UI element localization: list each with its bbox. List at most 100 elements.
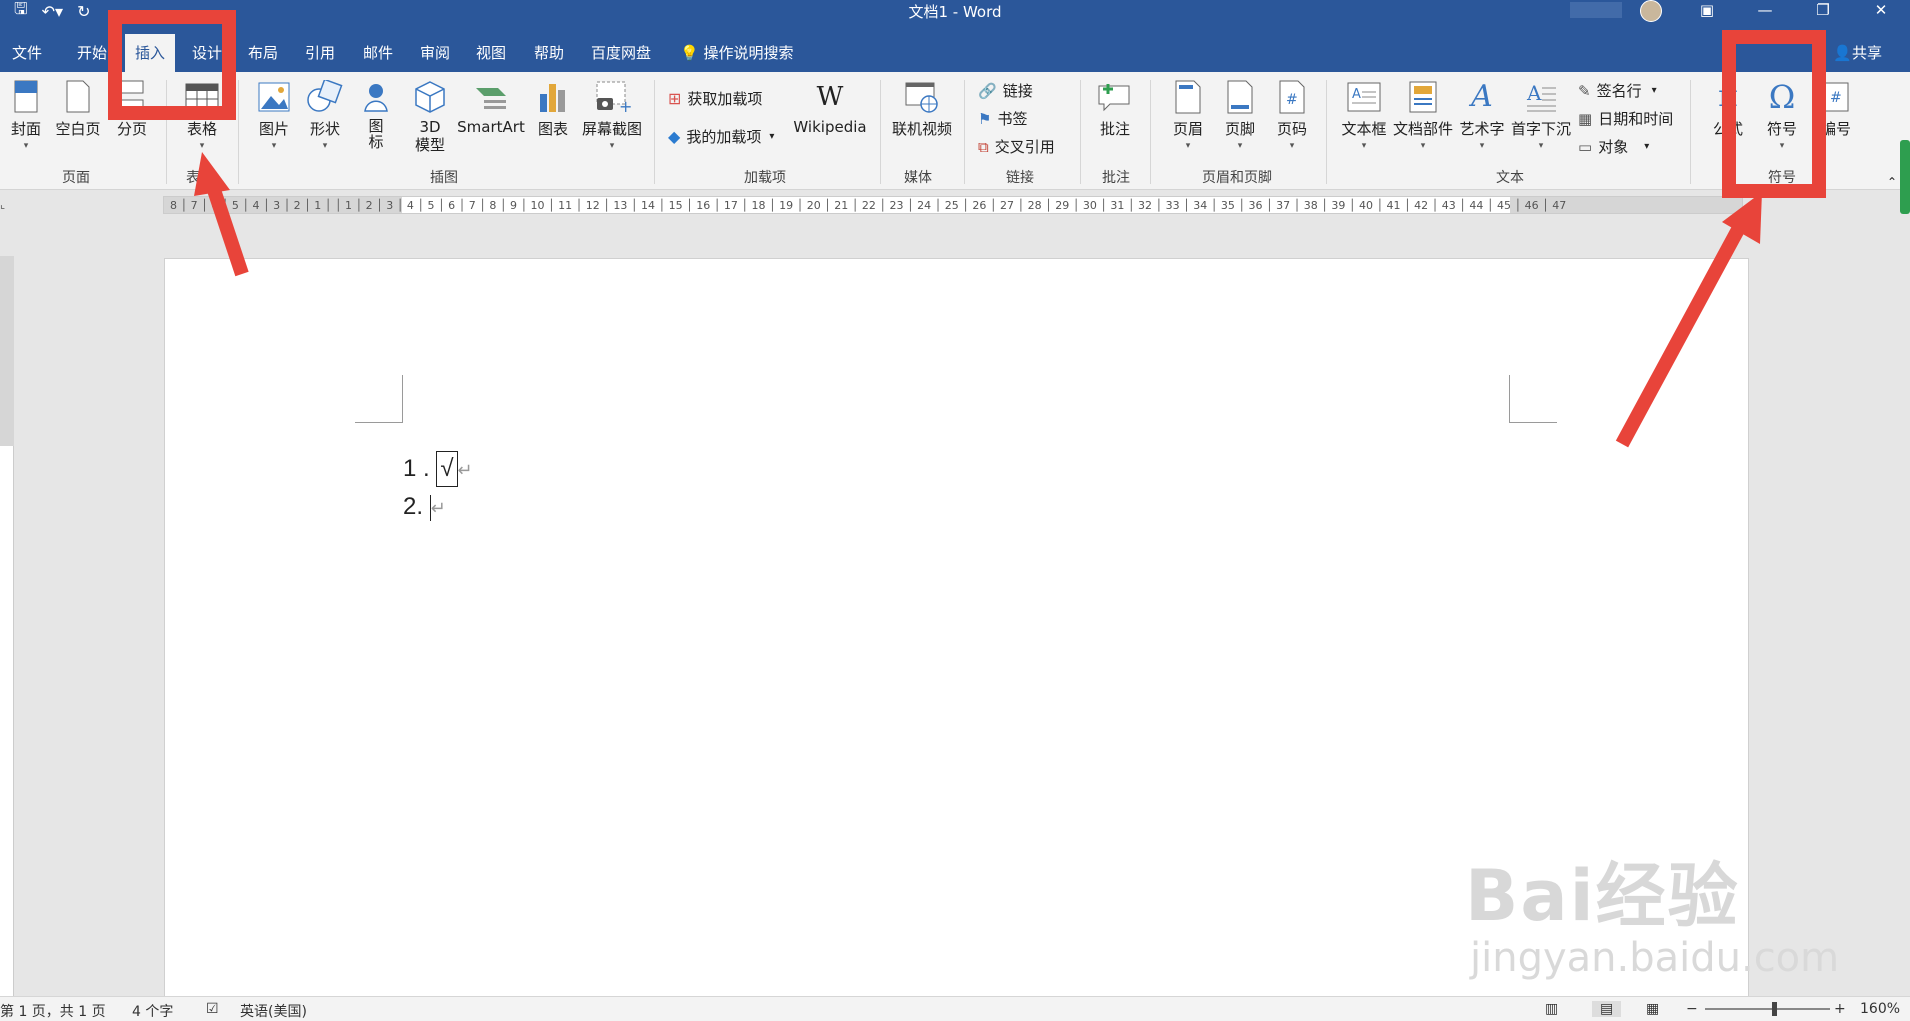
addin-icon: ◆ — [668, 127, 681, 146]
icons-button[interactable]: 图标 — [356, 80, 396, 150]
header-button[interactable]: 页眉 ▾ — [1168, 80, 1208, 151]
web-layout-icon[interactable]: ▦ — [1646, 1001, 1659, 1017]
svg-text:A: A — [1526, 81, 1542, 105]
close-icon[interactable]: ✕ — [1852, 0, 1910, 22]
collapse-ribbon-button[interactable]: ⌃ — [1884, 172, 1900, 190]
pictures-button[interactable]: 图片 ▾ — [254, 80, 294, 151]
scrollbar-thumb[interactable] — [1900, 140, 1910, 214]
ribbon-display-icon[interactable]: ▣ — [1678, 0, 1736, 22]
cross-reference-icon: ⧉ — [978, 137, 989, 156]
zoom-level[interactable]: 160% — [1860, 1001, 1900, 1017]
window-controls: ▣ — ❐ ✕ — [1678, 0, 1910, 22]
read-mode-icon[interactable]: ▥ — [1545, 1001, 1558, 1017]
zoom-in-icon[interactable]: + — [1834, 1001, 1846, 1017]
list-item[interactable]: 2. ↵ — [403, 493, 446, 521]
minimize-icon[interactable]: — — [1736, 0, 1794, 22]
chevron-up-icon: ⌃ — [1886, 175, 1898, 189]
tab-home[interactable]: 开始 — [77, 42, 107, 63]
list-item[interactable]: 1 . √ ↵ — [403, 451, 473, 487]
chart-button[interactable]: 图表 — [533, 80, 573, 139]
bookmark-button[interactable]: ⚑ 书签 — [978, 108, 1027, 129]
online-video-button[interactable]: 联机视频 — [890, 80, 954, 139]
cross-reference-button[interactable]: ⧉ 交叉引用 — [978, 136, 1055, 157]
chart-icon — [540, 84, 565, 112]
crop-mark — [355, 375, 403, 423]
wordart-button[interactable]: A 艺术字 ▾ — [1458, 79, 1506, 152]
blank-page-icon — [66, 80, 90, 113]
print-layout-icon[interactable]: ▤ — [1592, 1001, 1622, 1017]
smartart-button[interactable]: SmartArt — [456, 80, 526, 136]
status-bar: 第 1 页，共 1 页 4 个字 ☑ 英语(美国) ▥ ▤ ▦ − + 160% — [0, 996, 1910, 1021]
drop-cap-button[interactable]: A 首字下沉 ▾ — [1510, 80, 1572, 151]
3d-models-button[interactable]: 3D 模型 — [408, 80, 452, 154]
tab-selector[interactable]: ⌞ — [0, 198, 14, 212]
tab-view[interactable]: 视图 — [476, 42, 506, 63]
page-number-button[interactable]: # 页码 ▾ — [1272, 80, 1312, 151]
watermark-logo: Bai经验 — [1465, 855, 1740, 937]
group-label-links: 链接 — [1006, 170, 1034, 186]
group-label-addins: 加载项 — [744, 170, 786, 186]
my-addins-button[interactable]: ◆ 我的加载项 ▾ — [668, 126, 774, 147]
dropdown-arrow-icon: ▾ — [769, 131, 775, 142]
comment-button[interactable]: 批注 — [1094, 80, 1136, 139]
tab-references[interactable]: 引用 — [305, 42, 335, 63]
screenshot-button[interactable]: + 屏幕截图 ▾ — [580, 80, 644, 151]
svg-text:#: # — [1286, 92, 1298, 108]
checkmark-symbol[interactable]: √ — [436, 451, 458, 487]
drop-cap-icon: A — [1526, 81, 1556, 112]
comment-icon — [1098, 84, 1130, 112]
tab-review[interactable]: 审阅 — [420, 42, 450, 63]
cover-page-button[interactable]: 封面 ▾ — [8, 80, 44, 151]
tab-mailings[interactable]: 邮件 — [363, 42, 393, 63]
word-count[interactable]: 4 个字 — [132, 1001, 173, 1021]
calendar-icon: ▦ — [1578, 109, 1593, 128]
horizontal-ruler[interactable]: 8 │ 7 │ 6 │ 5 │ 4 │ 3 │ 2 │ 1 │ │ 1 │ 2 … — [163, 196, 1743, 214]
ruler-margin-top — [0, 256, 14, 446]
restore-icon[interactable]: ❐ — [1794, 0, 1852, 22]
zoom-slider-thumb[interactable] — [1772, 1002, 1777, 1016]
date-time-button[interactable]: ▦ 日期和时间 — [1578, 108, 1673, 129]
wordart-icon: A — [1471, 79, 1493, 114]
language[interactable]: 英语(美国) — [240, 1001, 307, 1021]
word-window: 🖫 ↶▾ ↻ 文档1 - Word ▣ — ❐ ✕ 文件 开始 插入 设计 布局… — [0, 0, 1910, 1021]
group-label-media: 媒体 — [904, 170, 932, 186]
page-count[interactable]: 第 1 页，共 1 页 — [0, 1001, 106, 1021]
group-label-comments: 批注 — [1102, 170, 1130, 186]
object-button[interactable]: ▭ 对象 ▾ — [1578, 136, 1649, 157]
tell-me-search[interactable]: 💡 操作说明搜索 — [680, 42, 793, 63]
tab-layout[interactable]: 布局 — [248, 42, 278, 63]
group-separator — [1080, 80, 1081, 184]
tab-baidu[interactable]: 百度网盘 — [591, 42, 651, 63]
group-label-text: 文本 — [1496, 170, 1524, 186]
group-label-illustrations: 插图 — [430, 170, 458, 186]
link-button[interactable]: 🔗 链接 — [978, 80, 1033, 101]
shapes-button[interactable]: 形状 ▾ — [305, 80, 345, 151]
group-separator — [964, 80, 965, 184]
ribbon-tab-bar: 文件 开始 插入 设计 布局 引用 邮件 审阅 视图 帮助 百度网盘 💡 操作说… — [0, 22, 1910, 72]
zoom-out-icon[interactable]: − — [1686, 1001, 1698, 1017]
group-label-pages: 页面 — [62, 170, 90, 186]
proofing-icon[interactable]: ☑ — [206, 1001, 219, 1017]
signature-line-button[interactable]: ✎ 签名行 ▾ — [1578, 80, 1657, 101]
zoom-slider[interactable] — [1705, 1008, 1830, 1010]
online-video-icon — [905, 82, 938, 113]
bookmark-icon: ⚑ — [978, 109, 992, 128]
title-bar: 🖫 ↶▾ ↻ 文档1 - Word ▣ — ❐ ✕ — [0, 0, 1910, 22]
store-icon: ⊞ — [668, 89, 682, 108]
paragraph-mark: ↵ — [430, 498, 446, 518]
tab-help[interactable]: 帮助 — [534, 42, 564, 63]
avatar[interactable] — [1640, 0, 1662, 22]
header-icon — [1175, 80, 1201, 114]
blank-page-button[interactable]: 空白页 — [54, 80, 102, 139]
smartart-icon — [476, 88, 506, 109]
share-button[interactable]: 👤共享 — [1833, 42, 1882, 63]
quick-parts-button[interactable]: 文档部件 ▾ — [1392, 80, 1454, 151]
dropdown-arrow-icon: ▾ — [1651, 85, 1657, 96]
tab-file[interactable]: 文件 — [12, 42, 42, 63]
get-addins-button[interactable]: ⊞ 获取加载项 — [668, 88, 762, 109]
wikipedia-button[interactable]: W Wikipedia — [792, 80, 868, 136]
footer-button[interactable]: 页脚 ▾ — [1220, 80, 1260, 151]
vertical-ruler[interactable] — [0, 256, 14, 996]
textbox-button[interactable]: A 文本框 ▾ — [1340, 80, 1388, 151]
svg-text:+: + — [619, 97, 631, 114]
